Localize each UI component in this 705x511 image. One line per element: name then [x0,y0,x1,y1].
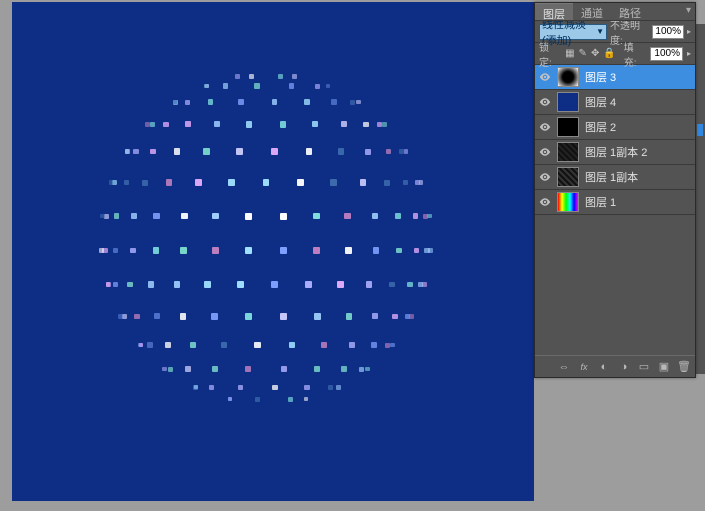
tab-channels[interactable]: 通道 [573,3,611,20]
layer-name: 图层 4 [585,94,616,110]
chevron-down-icon: ▼ [596,27,604,36]
layer-name: 图层 3 [585,69,616,85]
visibility-eye-icon[interactable] [539,71,551,83]
canvas-area[interactable] [12,2,534,501]
layer-name: 图层 2 [585,119,616,135]
lock-all-icon[interactable]: 🔒 [603,48,615,59]
sphere-artwork [99,69,433,409]
layer-thumbnail[interactable] [557,192,579,212]
opacity-input[interactable]: 100% [652,25,684,39]
delete-icon[interactable]: 🗑 [677,360,691,374]
panel-menu-icon[interactable]: ▾ [686,5,696,19]
mask-icon[interactable]: ◐ [597,360,611,374]
layer-thumbnail[interactable] [557,117,579,137]
tab-paths[interactable]: 路径 [611,3,649,20]
layer-name: 图层 1副本 [585,169,638,185]
chevron-right-icon[interactable]: ▸ [687,49,691,58]
group-icon[interactable]: ▭ [637,360,651,374]
fill-label: 填充: [624,39,646,69]
layer-row[interactable]: 图层 1 [535,190,695,215]
side-strip [696,24,705,374]
visibility-eye-icon[interactable] [539,171,551,183]
fill-input[interactable]: 100% [650,47,683,61]
layer-thumbnail[interactable] [557,92,579,112]
lock-label: 锁定: [539,39,561,69]
layer-name: 图层 1 [585,194,616,210]
lock-paint-icon[interactable]: ✎ [579,48,587,59]
layers-panel: 图层 通道 路径 ▾ 线性减淡(添加) ▼ 不透明度: 100% ▸ 锁定: ▦… [534,2,696,378]
link-icon[interactable]: ⇔ [557,360,571,374]
layer-thumbnail[interactable] [557,142,579,162]
panel-tabs: 图层 通道 路径 ▾ [535,3,695,21]
blend-mode-select[interactable]: 线性减淡(添加) ▼ [539,24,607,40]
chevron-right-icon[interactable]: ▸ [687,27,691,36]
layer-row[interactable]: 图层 3 [535,65,695,90]
layer-row[interactable]: 图层 2 [535,115,695,140]
visibility-eye-icon[interactable] [539,121,551,133]
layer-thumbnail[interactable] [557,67,579,87]
panel-footer: ⇔ fx ◐ ◑ ▭ ▣ 🗑 [535,355,695,377]
panel-empty-area[interactable] [535,215,695,355]
layer-name: 图层 1副本 2 [585,144,647,160]
new-layer-icon[interactable]: ▣ [657,360,671,374]
lock-position-icon[interactable]: ✥ [591,48,599,59]
lock-transparency-icon[interactable]: ▦ [565,48,574,59]
layer-row[interactable]: 图层 1副本 2 [535,140,695,165]
layer-row[interactable]: 图层 1副本 [535,165,695,190]
fx-icon[interactable]: fx [577,360,591,374]
tab-layers[interactable]: 图层 [535,3,573,20]
visibility-eye-icon[interactable] [539,196,551,208]
layer-thumbnail[interactable] [557,167,579,187]
visibility-eye-icon[interactable] [539,146,551,158]
layer-row[interactable]: 图层 4 [535,90,695,115]
layers-list: 图层 3 图层 4 图层 2 图层 1副本 2 图层 1副本图层 1 [535,65,695,215]
lock-icons: ▦ ✎ ✥ 🔒 [565,48,616,59]
visibility-eye-icon[interactable] [539,96,551,108]
adjustment-icon[interactable]: ◑ [617,360,631,374]
